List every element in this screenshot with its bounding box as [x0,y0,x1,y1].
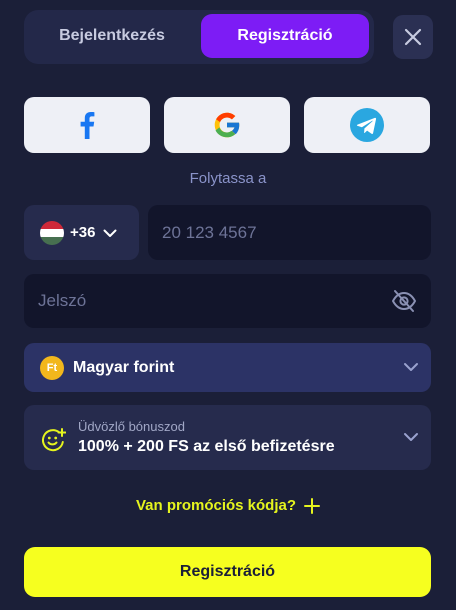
hungary-flag-icon [40,220,64,245]
tab-register[interactable]: Regisztráció [201,14,369,58]
bonus-text: Üdvözlő bónuszod 100% + 200 FS az első b… [78,419,335,456]
phone-field-wrapper [148,205,431,260]
currency-label: Magyar forint [73,358,175,376]
google-login-button[interactable] [164,97,290,153]
welcome-bonus-select[interactable]: Üdvözlő bónuszod 100% + 200 FS az első b… [24,405,431,470]
forint-icon: Ft [40,355,64,380]
close-icon [404,28,422,46]
tab-login[interactable]: Bejelentkezés [28,14,196,58]
continue-with-text: Folytassa a [189,170,267,187]
register-submit-button[interactable]: Regisztráció [24,547,431,597]
password-input[interactable] [38,291,431,311]
country-code-select[interactable]: +36 [24,205,139,260]
telegram-icon [350,108,384,142]
auth-tabs: Bejelentkezés Regisztráció [24,10,374,64]
promo-code-toggle[interactable]: Van promóciós kódja? [0,497,456,514]
facebook-login-button[interactable] [24,97,150,153]
currency-select[interactable]: Ft Magyar forint [24,343,431,392]
country-code-label: +36 [70,224,96,241]
eye-off-icon[interactable] [391,288,417,314]
plus-icon [304,497,321,514]
bonus-caption: Üdvözlő bónuszod [78,419,185,434]
telegram-login-button[interactable] [304,97,430,153]
promo-code-label: Van promóciós kódja? [135,497,297,514]
close-button[interactable] [393,15,433,59]
chevron-down-icon [103,229,117,237]
chevron-down-icon [404,433,418,441]
bonus-value: 100% + 200 FS az első befizetésre [78,438,335,455]
google-icon [214,112,241,138]
smiley-plus-icon [42,427,66,451]
facebook-icon [80,112,95,139]
chevron-down-icon [404,363,418,371]
phone-input[interactable] [162,222,431,243]
password-field-wrapper [24,274,431,328]
